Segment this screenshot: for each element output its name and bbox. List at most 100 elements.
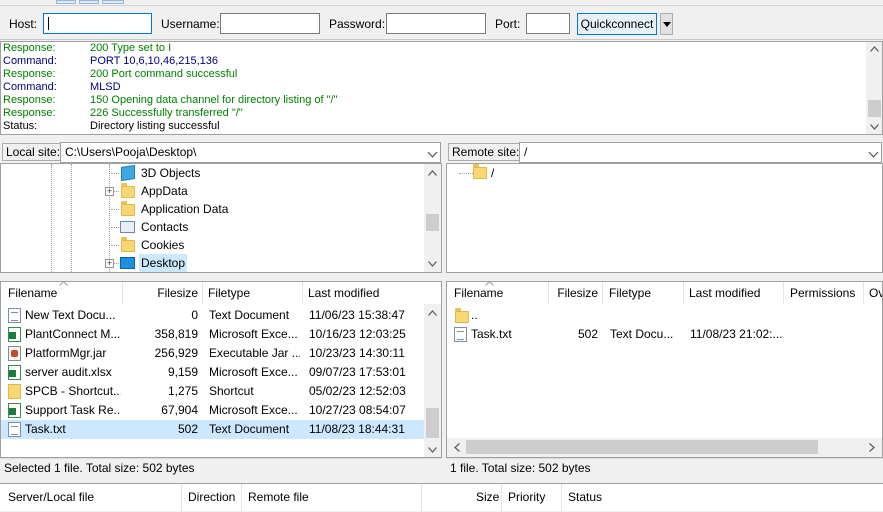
scroll-up-icon[interactable]: [870, 46, 879, 52]
remote-file-row[interactable]: Task.txt 502 Text Docu... 11/08/23 21:02:..…: [447, 325, 882, 344]
scroll-down-icon[interactable]: [428, 447, 437, 453]
local-directory-tree[interactable]: 3D Objects + AppData Application Data Contac…: [0, 163, 442, 273]
shortcut-icon: [8, 384, 21, 399]
remote-list-hscrollbar[interactable]: [447, 438, 882, 457]
remote-site-path-combo[interactable]: /: [519, 142, 882, 163]
toolbar-button[interactable]: [56, 0, 76, 4]
queue-column-priority[interactable]: Priority: [508, 490, 545, 504]
file-type: Shortcut: [209, 384, 254, 398]
scroll-up-icon[interactable]: [428, 310, 437, 316]
local-tree-item[interactable]: Cookies: [139, 236, 186, 254]
log-entry-kind: Response:: [3, 68, 56, 80]
log-entry-kind: Status:: [3, 120, 38, 132]
toolbar-button[interactable]: [79, 0, 99, 4]
remote-file-row[interactable]: ..: [447, 306, 882, 325]
file-type: Executable Jar ...: [209, 346, 300, 360]
host-input[interactable]: [43, 13, 152, 34]
column-filesize[interactable]: Filesize: [549, 282, 598, 304]
file-type: Microsoft Exce...: [209, 327, 298, 341]
local-tree-scrollbar[interactable]: [424, 164, 441, 272]
username-input[interactable]: [220, 13, 320, 34]
local-tree-item[interactable]: Contacts: [139, 218, 190, 236]
column-last-modified[interactable]: Last modified: [689, 282, 779, 304]
local-file-row[interactable]: PlantConnect M... 358,819 Microsoft Exce..…: [1, 325, 424, 344]
local-file-row[interactable]: New Text Docu... 0 Text Document 11/06/23 1…: [1, 306, 424, 325]
log-scrollbar[interactable]: [866, 42, 882, 134]
chevron-down-icon[interactable]: [427, 147, 438, 158]
local-file-row[interactable]: SPCB - Shortcut.... 1,275 Shortcut 05/02/23…: [1, 382, 424, 401]
local-file-row[interactable]: Task.txt 502 Text Document 11/08/23 18:44:3…: [1, 420, 424, 439]
main-toolbar: [0, 0, 883, 6]
local-tree-item[interactable]: AppData: [139, 182, 190, 200]
remote-site-label: Remote site:: [448, 143, 524, 161]
3d-objects-icon: [121, 165, 135, 181]
log-entry-kind: Response:: [3, 94, 56, 106]
file-name: PlatformMgr.jar: [25, 346, 107, 360]
file-type: Microsoft Exce...: [209, 365, 298, 379]
scroll-left-icon[interactable]: [454, 443, 460, 452]
log-entry-kind: Command:: [3, 81, 57, 93]
file-size: 67,904: [161, 403, 198, 417]
log-entry: Response: 200 Port command successful: [3, 68, 863, 81]
file-size: 358,819: [154, 327, 198, 341]
file-modified: 11/08/23 21:02:...: [690, 327, 782, 341]
quickconnect-dropdown-button[interactable]: [660, 13, 673, 35]
log-entry-kind: Command:: [3, 55, 57, 67]
scroll-down-icon[interactable]: [428, 261, 437, 267]
log-entry: Response: 200 Type set to I: [3, 42, 863, 55]
column-filetype[interactable]: Filetype: [609, 282, 679, 304]
scroll-up-icon[interactable]: [428, 170, 437, 176]
queue-column-direction[interactable]: Direction: [188, 490, 235, 504]
tree-connector: [111, 173, 119, 174]
local-tree-scroll-thumb[interactable]: [426, 214, 439, 231]
column-owner[interactable]: Ov: [869, 282, 882, 304]
local-tree-item[interactable]: 3D Objects: [139, 164, 202, 182]
tree-expand-icon[interactable]: +: [105, 259, 114, 268]
queue-column-size[interactable]: Size: [476, 490, 499, 504]
file-name: PlantConnect M...: [25, 327, 121, 341]
column-permissions[interactable]: Permissions: [790, 282, 866, 304]
toolbar-button[interactable]: [102, 0, 124, 4]
local-file-row[interactable]: Support Task Re... 67,904 Microsoft Exce..…: [1, 401, 424, 420]
scroll-down-icon[interactable]: [870, 124, 879, 130]
remote-list-hscroll-thumb[interactable]: [466, 440, 818, 454]
log-entry-text: 200 Type set to I: [90, 42, 172, 54]
column-last-modified[interactable]: Last modified: [308, 282, 420, 304]
message-log[interactable]: Response: 200 Type set to I Command: PORT 1…: [0, 41, 883, 135]
column-filetype[interactable]: Filetype: [208, 282, 298, 304]
port-input[interactable]: [526, 13, 570, 34]
scroll-right-icon[interactable]: [869, 443, 875, 452]
text-file-icon: [454, 327, 467, 342]
remote-file-list[interactable]: Filename Filesize Filetype Last modified…: [446, 281, 883, 458]
file-type: Text Document: [209, 422, 290, 436]
file-type: Microsoft Exce...: [209, 403, 298, 417]
chevron-down-icon[interactable]: [868, 147, 879, 158]
remote-tree-item-root[interactable]: /: [491, 164, 494, 182]
column-filename[interactable]: Filename: [8, 282, 118, 304]
local-status-text: Selected 1 file. Total size: 502 bytes: [4, 461, 195, 475]
local-file-list[interactable]: Filename Filesize Filetype Last modified…: [0, 281, 442, 458]
file-size: 502: [577, 327, 598, 341]
transfer-queue[interactable]: Server/Local file Direction Remote file …: [0, 483, 883, 512]
column-filesize[interactable]: Filesize: [123, 282, 198, 304]
queue-column-remote-file[interactable]: Remote file: [248, 490, 309, 504]
queue-column-server-local[interactable]: Server/Local file: [8, 490, 94, 504]
remote-directory-tree[interactable]: /: [446, 163, 883, 273]
file-modified: 10/27/23 08:54:07: [309, 403, 406, 417]
local-file-row[interactable]: PlatformMgr.jar 256,929 Executable Jar ...…: [1, 344, 424, 363]
file-modified: 05/02/23 12:52:03: [309, 384, 406, 398]
tree-expand-icon[interactable]: +: [105, 187, 114, 196]
queue-column-status[interactable]: Status: [568, 490, 602, 504]
local-list-scroll-thumb[interactable]: [426, 408, 439, 438]
file-type: Text Docu...: [610, 327, 674, 341]
local-tree-item[interactable]: Desktop: [139, 254, 188, 272]
local-file-row[interactable]: server audit.xlsx 9,159 Microsoft Exce... 0…: [1, 363, 424, 382]
quickconnect-button[interactable]: Quickconnect: [577, 13, 657, 35]
local-list-scrollbar[interactable]: [424, 304, 441, 457]
local-tree-item[interactable]: Application Data: [139, 200, 230, 218]
log-scroll-thumb[interactable]: [868, 100, 881, 117]
column-filename[interactable]: Filename: [454, 282, 544, 304]
local-site-path-combo[interactable]: C:\Users\Pooja\Desktop\: [60, 142, 441, 163]
password-input[interactable]: [386, 13, 486, 34]
password-label: Password:: [329, 17, 386, 31]
